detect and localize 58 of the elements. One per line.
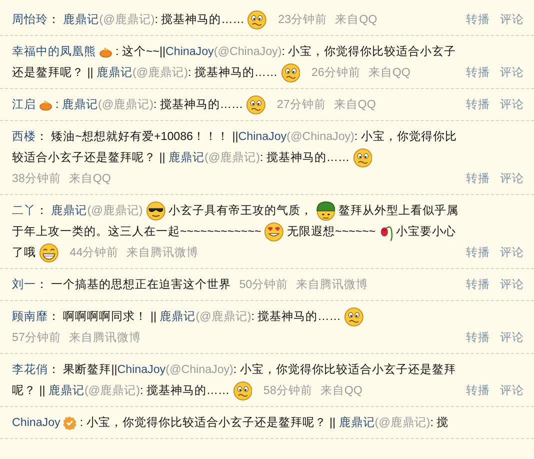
mentioned-user[interactable]: ChinaJoy [166,45,214,58]
mentioned-user[interactable]: 鹿鼎记 [96,66,132,79]
verified-badge-icon [63,416,77,430]
author-name[interactable]: ChinaJoy [12,416,60,429]
mentioned-user[interactable]: 鹿鼎记 [338,416,375,429]
helmet-face-icon [316,201,336,221]
author-name[interactable]: 西楼 [12,130,36,143]
post-text: 幸福中的凤凰熊 : 这个~~||ChinaJoy(@ChinaJoy): 小宝，你觉得你比较适合小玄子还是鳌拜呢？ || 鹿鼎记(@鹿鼎记): 搅基神马的…… 26分钟前 来自QQ [12,41,466,83]
mentioned-user[interactable]: 鹿鼎记 [48,384,84,397]
post-time: 57分钟前 [12,331,61,344]
post-text: 刘一： 一个搞基的思想正在迫害这个世界 50分钟前 来自腾讯微博 [12,277,370,293]
mentioned-user[interactable]: ChinaJoy [117,363,166,376]
post-source: 来自QQ [368,66,410,79]
post-time: 26分钟前 [311,66,360,79]
mentioned-user[interactable]: 鹿鼎记 [168,151,204,164]
post-text: 西楼： 矮油~想想就好有爱+10086！！！ ||ChinaJoy(@ChinaJoy): 小宝，你觉得你比较适合小玄子还是鳌拜呢？ || 鹿鼎记(@鹿鼎记): 搅基神马的…… 38分钟前 来自QQ [12,129,458,187]
flame-badge-icon [99,46,112,58]
post-time: 58分钟前 [263,384,312,397]
author-name[interactable]: 李花俏 [12,363,48,376]
post-time: 44分钟前 [70,246,119,259]
worried-face-icon [280,63,300,83]
post-text: 顾南靡： 啊啊啊啊同求！ || 鹿鼎记(@鹿鼎记): 搅基神马的…… 57分钟前 来自腾讯微博 [12,306,466,348]
author-name[interactable]: 刘一 [12,278,36,291]
post-text: 江启 : 鹿鼎记(@鹿鼎记): 搅基神马的…… 27分钟前 来自QQ [12,94,466,115]
post-text: 李花俏： 果断鳌拜||ChinaJoy(@ChinaJoy): 小宝，你觉得你比较适合小玄子还是鳌拜呢？ || 鹿鼎记(@鹿鼎记): 搅基神马的…… 58分钟前 来自QQ [12,359,466,401]
flame-badge-icon [39,99,52,111]
post-source: 来自腾讯微博 [68,331,141,344]
mentioned-user[interactable]: 鹿鼎记 [51,204,88,217]
post-source: 来自腾讯微博 [126,246,199,259]
mentioned-user[interactable]: 鹿鼎记 [160,310,196,323]
post-time: 27分钟前 [276,98,326,111]
post-source: 来自腾讯微博 [296,278,368,291]
author-name[interactable]: 江启 [12,98,36,111]
post-text: 周怡玲： 鹿鼎记(@鹿鼎记): 搅基神马的…… 23分钟前 来自QQ [12,9,466,30]
worried-face-icon [352,148,372,168]
sunglasses-face-icon [146,201,166,221]
heart-eyes-face-icon [264,222,284,242]
post-source: 来自QQ [335,13,378,26]
author-name[interactable]: 二丫 [12,204,36,217]
post-text: 二丫： 鹿鼎记(@鹿鼎记) 小玄子具有帝王攻的气质， 鳌拜从外型上看似乎属于年上攻一类的。这三人在一起~~~~~~~~~~~~ 无限遐想~~~~~~ 小宝要小心了哦 44分钟前 来自腾讯微博 [12,200,466,263]
worried-face-icon [344,307,364,327]
worried-face-icon [247,10,268,30]
worried-face-icon [232,381,252,401]
post-time: 38分钟前 [12,172,61,185]
mentioned-user[interactable]: 鹿鼎记 [63,13,100,26]
post-source: 来自QQ [68,172,111,185]
worried-face-icon [246,95,266,115]
grinning-face-icon [39,243,59,263]
post-source: 来自QQ [334,98,376,111]
post-time: 50分钟前 [239,278,288,291]
author-name[interactable]: 幸福中的凤凰熊 [12,45,96,58]
author-name[interactable]: 顾南靡 [12,310,48,323]
author-name[interactable]: 周怡玲 [12,13,48,26]
post-text: ChinaJoy : 小宝，你觉得你比较适合小玄子还是鳌拜呢？ || 鹿鼎记(@鹿鼎记): 搅 [12,415,450,432]
mentioned-user[interactable]: 鹿鼎记 [62,98,98,111]
post-source: 来自QQ [320,384,362,397]
post-time: 23分钟前 [278,13,328,26]
mentioned-user[interactable]: ChinaJoy [238,130,287,143]
